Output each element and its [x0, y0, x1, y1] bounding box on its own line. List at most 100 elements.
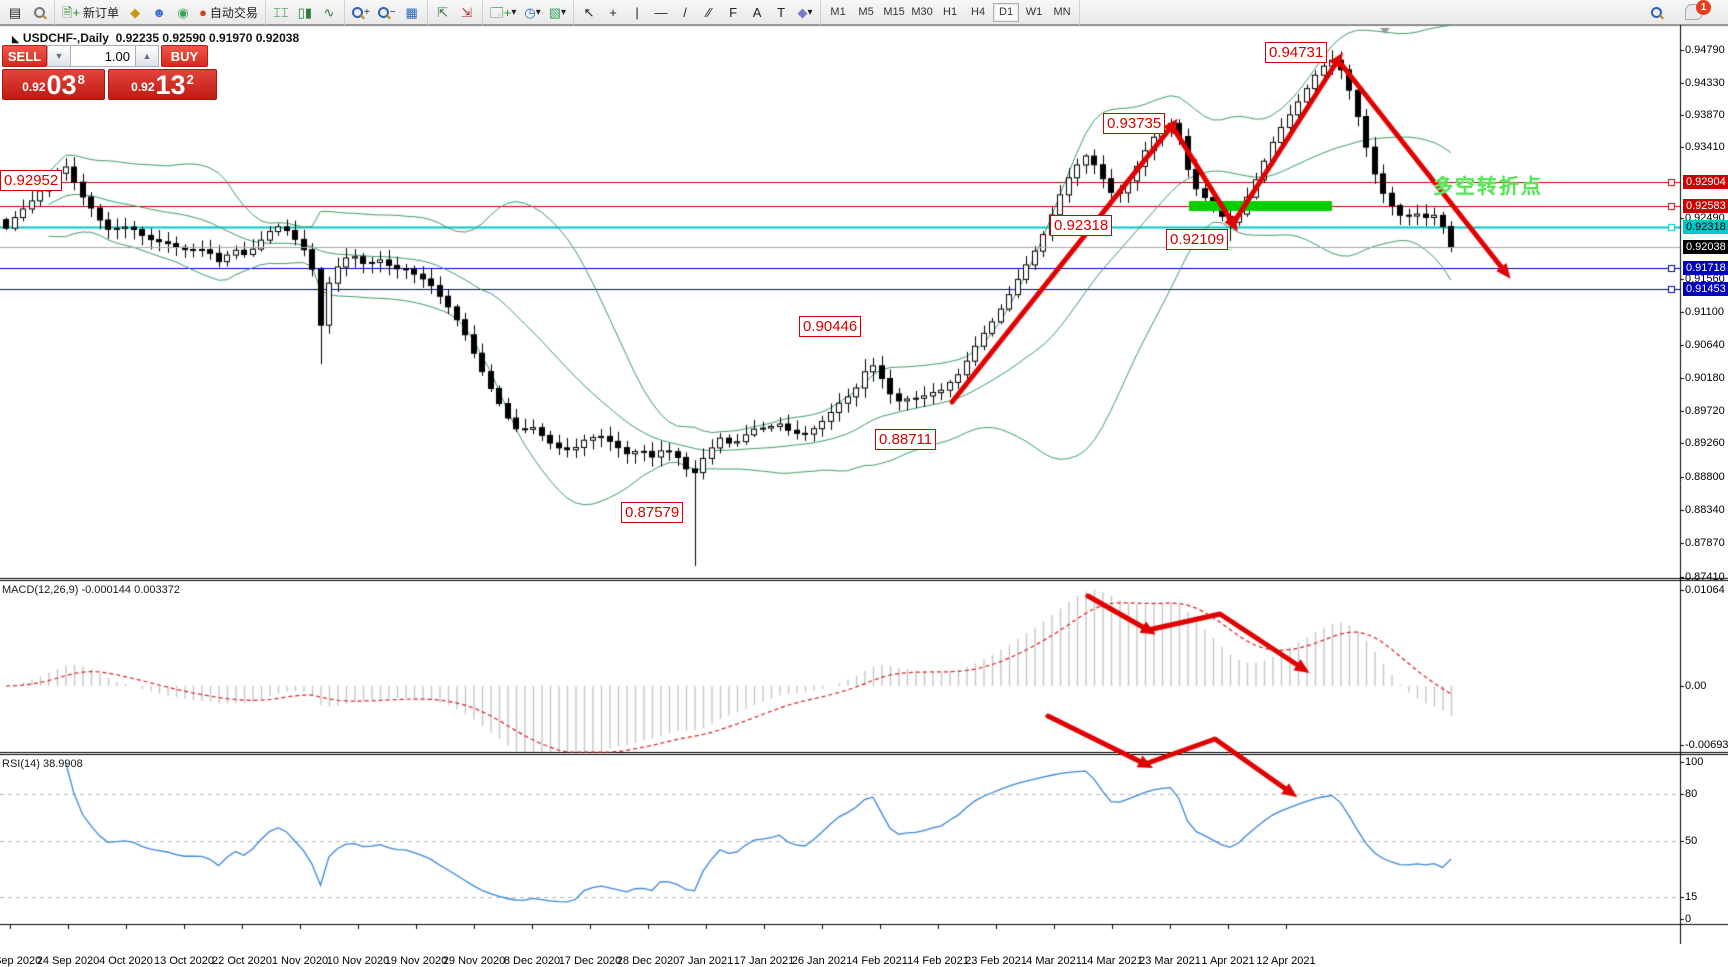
axis-badge-0.92318: 0.92318: [1683, 220, 1728, 234]
new-order-label: 新订单: [83, 4, 119, 21]
chart-window: ◣USDCHF-,Daily 0.92235 0.92590 0.91970 0…: [0, 25, 1728, 944]
timeframe-d1[interactable]: D1: [993, 3, 1019, 22]
date-label: 23 Feb 2021: [965, 955, 1027, 967]
text-button[interactable]: A: [746, 2, 768, 23]
date-label: 1 Nov 2020: [272, 955, 328, 967]
autotrading-button[interactable]: ● 自动交易: [196, 2, 261, 23]
axis-tick-0.89260: 0.89260: [1685, 437, 1725, 449]
candlestick-button[interactable]: ▯▮: [294, 2, 316, 23]
date-label: 14 Mar 2021: [1081, 955, 1143, 967]
autotrading-label: 自动交易: [210, 4, 258, 21]
price-label-0.93735: 0.93735: [1103, 113, 1165, 134]
axis-tick--0.006934: -0.006934: [1685, 739, 1728, 751]
axis-tick-0.88800: 0.88800: [1685, 471, 1725, 483]
price-label-0.92109: 0.92109: [1166, 229, 1228, 250]
zoom-out-button[interactable]: −: [375, 2, 399, 23]
turning-point-annotation: 多空转折点: [1433, 170, 1543, 199]
hline-button[interactable]: —: [650, 2, 672, 23]
price-label-0.88711: 0.88711: [875, 429, 936, 450]
vline-button[interactable]: |: [626, 2, 648, 23]
sell-price-display[interactable]: 0.92038: [2, 69, 105, 100]
history-icon[interactable]: ◆: [124, 2, 146, 23]
date-label: 4 Mar 2021: [1026, 955, 1082, 967]
axis-tick-0.87410: 0.87410: [1685, 571, 1725, 583]
axis-tick-0.00: 0.00: [1685, 680, 1706, 692]
date-label: 17 Dec 2020: [559, 955, 621, 967]
timeframe-w1[interactable]: W1: [1021, 3, 1047, 22]
date-label: 26 Jan 2021: [792, 955, 853, 967]
chart-window-icon[interactable]: ▤: [4, 2, 26, 23]
axis-badge-0.92038: 0.92038: [1683, 240, 1728, 254]
axis-tick-0.90640: 0.90640: [1685, 339, 1725, 351]
bar-chart-button[interactable]: ⌶⌶: [270, 2, 292, 23]
date-label: 29 Nov 2020: [443, 955, 505, 967]
timeframe-group: M1M5M15M30H1H4D1W1MN: [821, 0, 1080, 25]
tile-windows-button[interactable]: ▦: [401, 2, 423, 23]
line-studies-group: ↖ + | — / ∕∕ F A T ◆▾: [574, 0, 821, 25]
date-label: 24 Sep 2020: [37, 955, 99, 967]
arrange-down-button[interactable]: ⇲: [456, 2, 478, 23]
date-label: 8 Dec 2020: [504, 955, 560, 967]
fibonacci-button[interactable]: F: [722, 2, 744, 23]
trendline-button[interactable]: /: [674, 2, 696, 23]
add-group: 🗔+▾ ◷▾ ▧▾: [483, 0, 574, 25]
label-button[interactable]: T: [770, 2, 792, 23]
volume-input[interactable]: 1.00: [71, 45, 135, 67]
zoom-group: + − ▦: [345, 0, 428, 25]
periods-button[interactable]: ◷▾: [521, 2, 543, 23]
axis-badge-0.91453: 0.91453: [1683, 282, 1728, 296]
chart-mode-group: ⌶⌶ ▯▮ ∿: [266, 0, 345, 25]
window-tools-group: ▤: [0, 0, 55, 25]
axis-tick-0.93410: 0.93410: [1685, 141, 1725, 153]
axis-badge-0.92583: 0.92583: [1683, 199, 1728, 213]
axis-tick-0.01064: 0.01064: [1685, 584, 1725, 596]
main-toolbar: ▤ 🗎+ 新订单 ◆ ☻ ◉ ● 自动交易 ⌶⌶ ▯▮ ∿ + − ▦ ⇱ ⇲ …: [0, 0, 1728, 25]
price-label-0.94731: 0.94731: [1265, 42, 1327, 63]
new-chart-button[interactable]: 🗔+▾: [487, 2, 520, 23]
timeframe-mn[interactable]: MN: [1049, 3, 1075, 22]
volume-decrease-button[interactable]: ▼: [47, 45, 71, 67]
shapes-button[interactable]: ◆▾: [794, 2, 816, 23]
timeframe-m1[interactable]: M1: [825, 3, 851, 22]
buy-button[interactable]: BUY: [161, 45, 208, 67]
cursor-button[interactable]: ↖: [578, 2, 600, 23]
buy-price-display[interactable]: 0.92132: [108, 69, 217, 100]
timeframe-h4[interactable]: H4: [965, 3, 991, 22]
timeframe-m15[interactable]: M15: [881, 3, 907, 22]
axis-tick-0.90180: 0.90180: [1685, 372, 1725, 384]
new-order-button[interactable]: 🗎+ 新订单: [59, 2, 122, 23]
timeframe-m5[interactable]: M5: [853, 3, 879, 22]
axis-tick-50: 50: [1685, 835, 1697, 847]
templates-button[interactable]: ▧▾: [546, 2, 569, 23]
profile-icon[interactable]: ☻: [148, 2, 170, 23]
date-label: 23 Mar 2021: [1139, 955, 1201, 967]
timeframe-h1[interactable]: H1: [937, 3, 963, 22]
axis-tick-0: 0: [1685, 913, 1691, 925]
axis-tick-0.94330: 0.94330: [1685, 77, 1725, 89]
sell-button[interactable]: SELL: [2, 45, 47, 67]
price-label-0.92318: 0.92318: [1050, 215, 1112, 236]
chart-canvas[interactable]: [0, 25, 1728, 944]
axis-tick-15: 15: [1685, 891, 1697, 903]
axis-tick-0.94790: 0.94790: [1685, 44, 1725, 56]
axis-badge-0.91718: 0.91718: [1683, 261, 1728, 275]
date-label: 19 Nov 2020: [385, 955, 447, 967]
search-icon[interactable]: [1645, 2, 1667, 23]
volume-increase-button[interactable]: ▲: [135, 45, 159, 67]
date-label: 10 Nov 2020: [327, 955, 389, 967]
zoom-in-button[interactable]: +: [349, 2, 373, 23]
date-label: 7 Jan 2021: [679, 955, 733, 967]
channel-button[interactable]: ∕∕: [698, 2, 720, 23]
date-label: 4 Feb 2021: [852, 955, 908, 967]
timeframe-m30[interactable]: M30: [909, 3, 935, 22]
arrange-up-button[interactable]: ⇱: [432, 2, 454, 23]
date-label: 12 Apr 2021: [1256, 955, 1315, 967]
crosshair-button[interactable]: +: [602, 2, 624, 23]
axis-tick-0.87870: 0.87870: [1685, 537, 1725, 549]
axis-badge-0.92904: 0.92904: [1683, 175, 1728, 189]
notifications-icon[interactable]: 1: [1682, 2, 1706, 23]
line-chart-button[interactable]: ∿: [318, 2, 340, 23]
market-watch-icon[interactable]: [28, 2, 50, 23]
one-click-trading-panel: SELL ▼ 1.00 ▲ BUY 0.92038 0.92132: [2, 45, 218, 100]
signal-icon[interactable]: ◉: [172, 2, 194, 23]
